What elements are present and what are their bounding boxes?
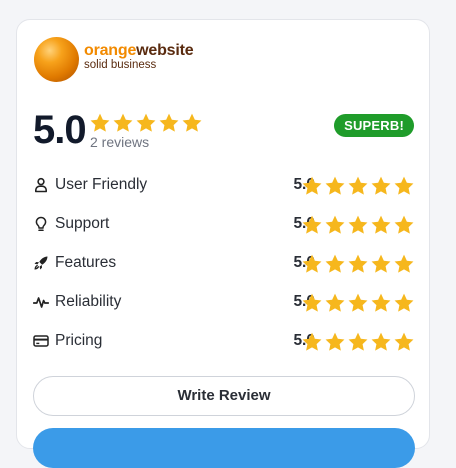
lightbulb-icon — [35, 216, 47, 231]
review-count: 2 reviews — [90, 134, 150, 150]
rating-stars — [301, 214, 415, 236]
star-icon — [302, 176, 322, 195]
rating-stars — [301, 175, 415, 197]
star-icon — [90, 113, 110, 132]
credit-card-icon — [33, 335, 49, 347]
rating-row-pricing: Pricing 5.0 — [33, 324, 415, 363]
rating-row-user-friendly: User Friendly 5.0 — [33, 168, 415, 207]
rating-label: Reliability — [55, 293, 122, 310]
star-icon — [113, 113, 133, 132]
star-icon — [394, 254, 414, 273]
star-icon — [371, 254, 391, 273]
star-icon — [302, 332, 322, 351]
star-icon — [159, 113, 179, 132]
star-icon — [325, 254, 345, 273]
rating-row-reliability: Reliability 5.0 — [33, 285, 415, 324]
star-icon — [302, 293, 322, 312]
star-icon — [325, 176, 345, 195]
logo-name: orangewebsite — [84, 42, 194, 59]
rating-row-features: Features 5.0 — [33, 246, 415, 285]
star-icon — [371, 332, 391, 351]
star-icon — [371, 293, 391, 312]
logo-tagline: solid business — [84, 59, 157, 71]
rocket-icon — [34, 256, 48, 270]
star-icon — [325, 293, 345, 312]
star-icon — [348, 332, 368, 351]
star-icon — [348, 293, 368, 312]
star-icon — [394, 176, 414, 195]
rating-label: Features — [55, 254, 117, 271]
star-icon — [394, 332, 414, 351]
star-icon — [394, 293, 414, 312]
star-icon — [348, 215, 368, 234]
rating-stars — [301, 292, 415, 314]
star-icon — [136, 113, 156, 132]
star-icon — [348, 254, 368, 273]
brand-logo: orangewebsite solid business — [34, 37, 204, 85]
rating-stars — [301, 331, 415, 353]
activity-icon — [33, 297, 49, 308]
star-icon — [182, 113, 202, 132]
overall-score: 5.0 — [33, 108, 87, 152]
rating-label: Support — [55, 215, 110, 232]
rating-label: User Friendly — [55, 176, 148, 193]
primary-action-button[interactable] — [33, 428, 415, 468]
logo-ball-icon — [34, 37, 79, 82]
star-icon — [325, 215, 345, 234]
star-icon — [302, 215, 322, 234]
category-ratings: User Friendly 5.0 Support 5.0 — [33, 168, 415, 363]
star-icon — [371, 176, 391, 195]
write-review-button[interactable]: Write Review — [33, 376, 415, 416]
rating-row-support: Support 5.0 — [33, 207, 415, 246]
star-icon — [325, 332, 345, 351]
rating-stars — [301, 253, 415, 275]
star-icon — [302, 254, 322, 273]
star-icon — [371, 215, 391, 234]
rating-label: Pricing — [55, 332, 103, 349]
rating-badge: SUPERB! — [334, 114, 414, 137]
review-card: orangewebsite solid business 5.0 2 revie… — [16, 19, 430, 468]
user-icon — [35, 177, 47, 193]
star-icon — [394, 215, 414, 234]
overall-stars — [89, 112, 203, 134]
star-icon — [348, 176, 368, 195]
